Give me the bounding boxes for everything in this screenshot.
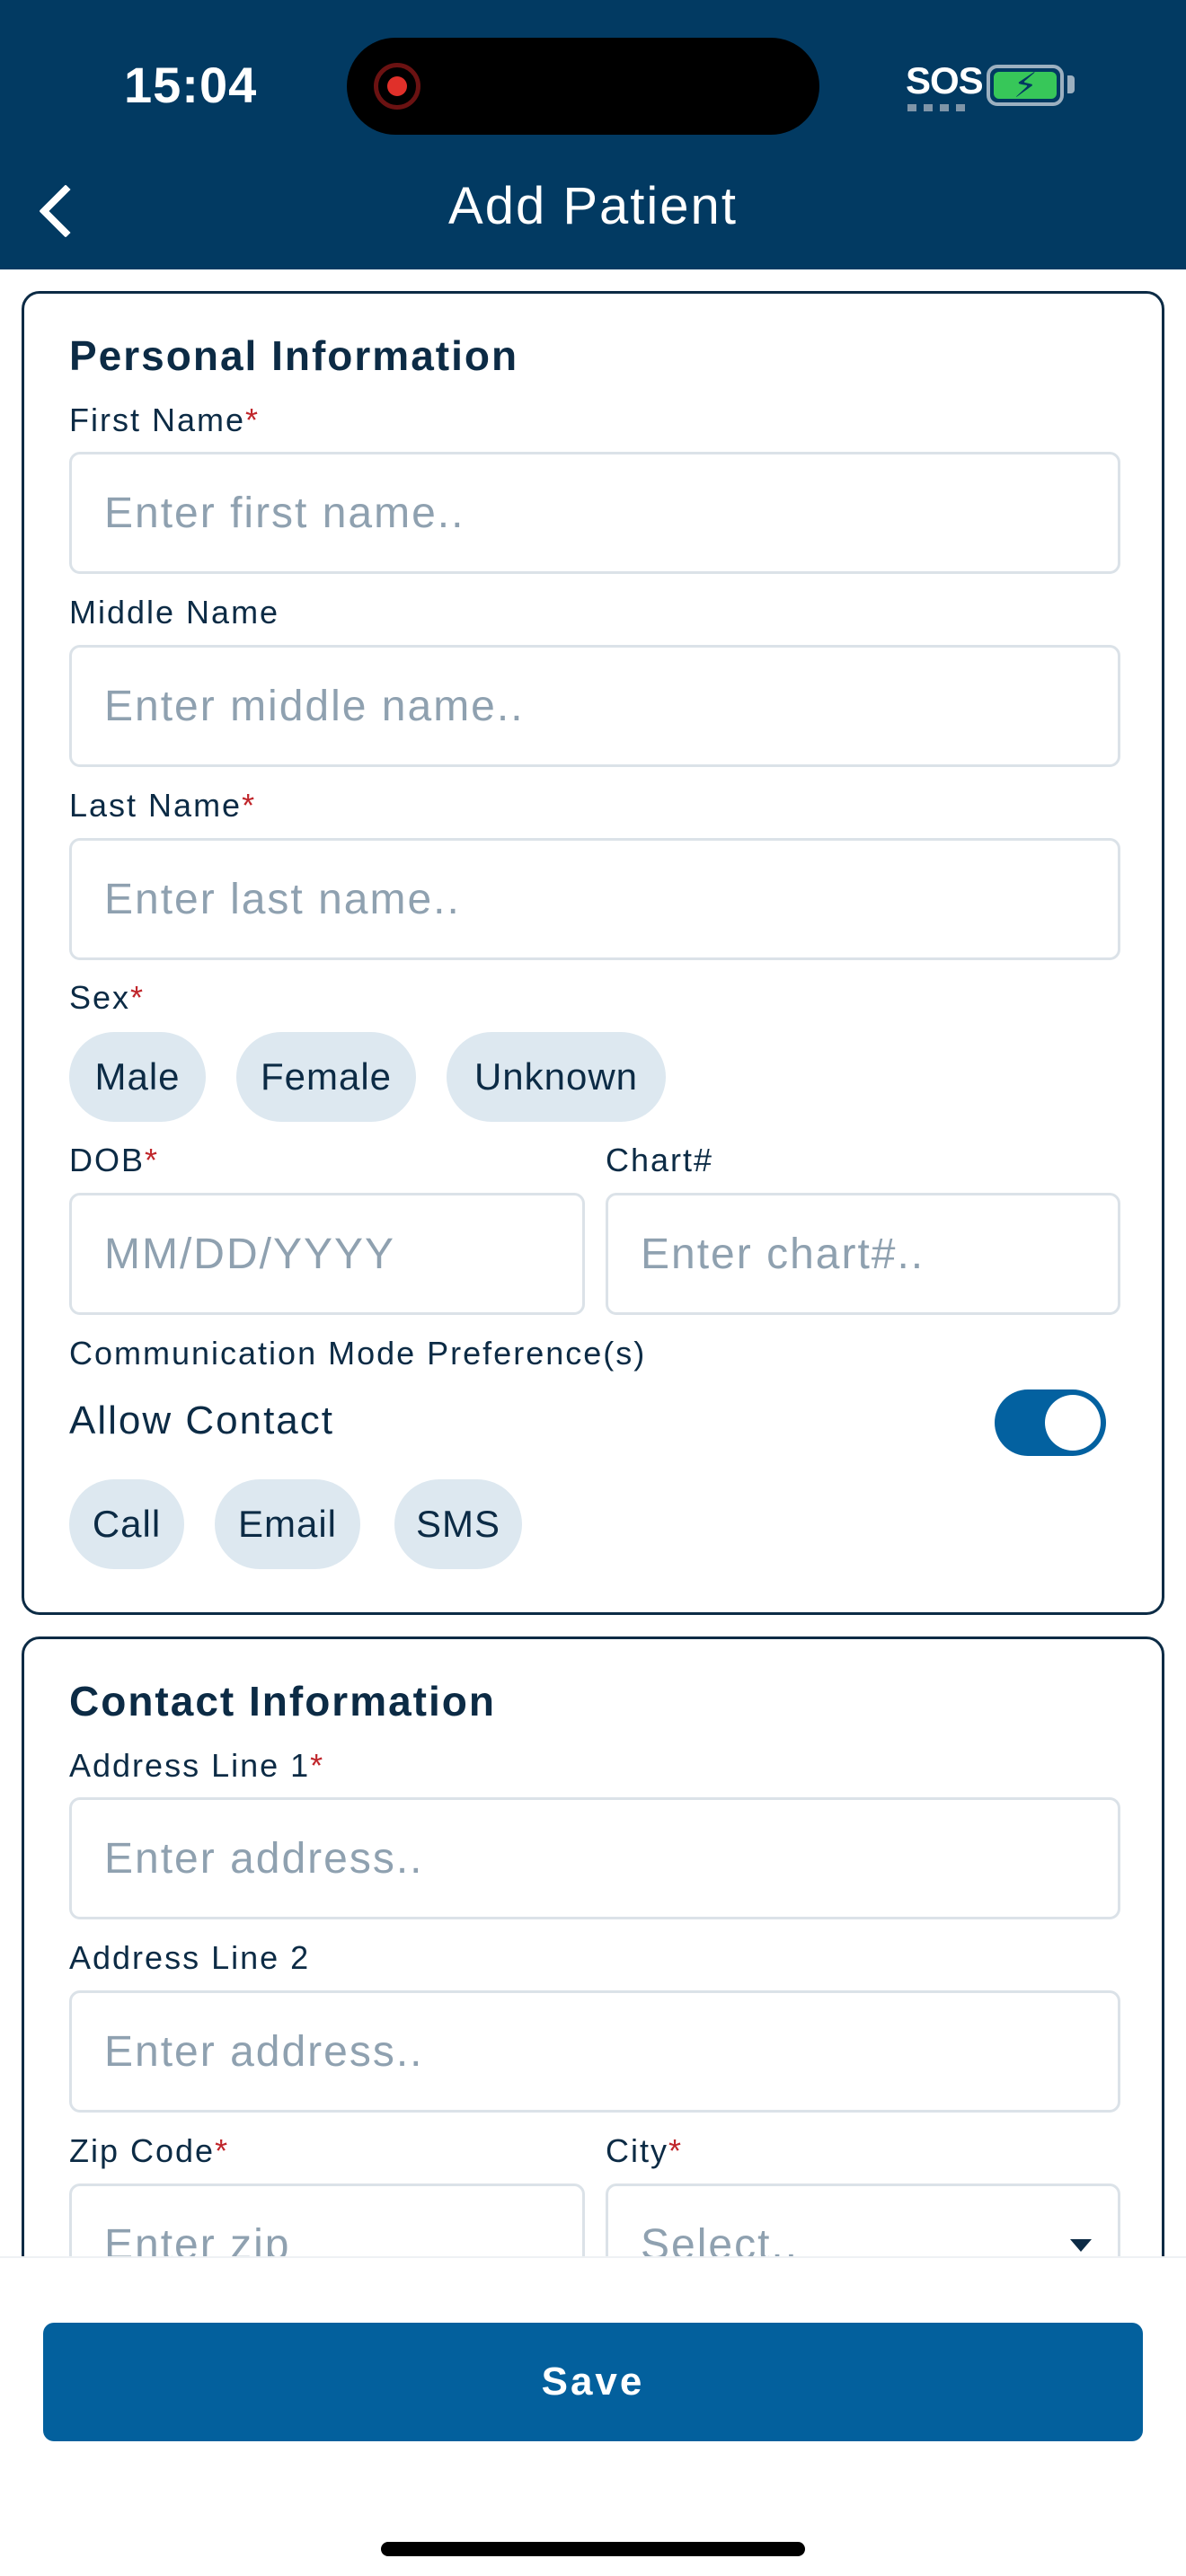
city-label: City* [606, 2132, 684, 2169]
zip-code-input[interactable] [69, 2183, 585, 2256]
sex-option-female[interactable]: Female [236, 1032, 416, 1122]
save-button[interactable]: Save [43, 2323, 1143, 2441]
contact-information-card: Contact Information Address Line 1* Addr… [22, 1636, 1164, 2256]
required-asterisk: * [310, 1747, 325, 1784]
app-header: 15:04 SOS ⚡ Add Patient [0, 0, 1186, 269]
sex-option-male[interactable]: Male [69, 1032, 206, 1122]
allow-contact-toggle[interactable] [995, 1389, 1106, 1456]
first-name-input[interactable] [69, 452, 1120, 574]
signal-dots-icon [907, 104, 965, 111]
last-name-label: Last Name* [69, 787, 257, 824]
required-asterisk: * [242, 787, 257, 824]
bottom-action-bar: Save [0, 2256, 1186, 2576]
dob-input[interactable] [69, 1193, 585, 1315]
home-indicator[interactable] [381, 2542, 805, 2556]
sex-option-unknown[interactable]: Unknown [447, 1032, 666, 1122]
sex-label: Sex* [69, 979, 146, 1016]
section-title-personal: Personal Information [69, 332, 519, 379]
page-title: Add Patient [448, 177, 738, 235]
chart-number-input[interactable] [606, 1193, 1120, 1315]
section-title-contact: Contact Information [69, 1678, 496, 1725]
sos-indicator: SOS [906, 59, 984, 101]
required-asterisk: * [130, 979, 146, 1016]
dynamic-island [347, 38, 819, 135]
dob-label: DOB* [69, 1142, 160, 1178]
address-line1-input[interactable] [69, 1797, 1120, 1919]
communication-pref-label: Communication Mode Preference(s) [69, 1335, 647, 1372]
city-select[interactable] [606, 2183, 1120, 2256]
required-asterisk: * [245, 401, 261, 438]
required-asterisk: * [145, 1142, 160, 1178]
zip-code-label: Zip Code* [69, 2132, 230, 2169]
contact-option-call[interactable]: Call [69, 1479, 184, 1569]
toggle-knob [1045, 1395, 1101, 1451]
contact-option-sms[interactable]: SMS [394, 1479, 522, 1569]
recording-icon [374, 63, 420, 110]
contact-option-email[interactable]: Email [215, 1479, 360, 1569]
address-line2-label: Address Line 2 [69, 1939, 311, 1976]
battery-icon: ⚡ [987, 65, 1064, 106]
form-scroll-area[interactable]: Personal Information First Name* Middle … [0, 269, 1186, 2256]
last-name-input[interactable] [69, 838, 1120, 960]
address-line2-input[interactable] [69, 1990, 1120, 2113]
chart-number-label: Chart# [606, 1142, 714, 1178]
status-time: 15:04 [124, 57, 258, 113]
battery-cap-icon [1067, 75, 1075, 93]
middle-name-label: Middle Name [69, 594, 280, 631]
required-asterisk: * [668, 2132, 684, 2169]
personal-information-card: Personal Information First Name* Middle … [22, 291, 1164, 1615]
middle-name-input[interactable] [69, 645, 1120, 767]
chevron-down-icon [1070, 2239, 1092, 2252]
required-asterisk: * [215, 2132, 230, 2169]
charging-bolt-icon: ⚡ [1013, 67, 1038, 105]
allow-contact-label: Allow Contact [69, 1398, 335, 1442]
first-name-label: First Name* [69, 401, 261, 438]
address-line1-label: Address Line 1* [69, 1747, 325, 1784]
